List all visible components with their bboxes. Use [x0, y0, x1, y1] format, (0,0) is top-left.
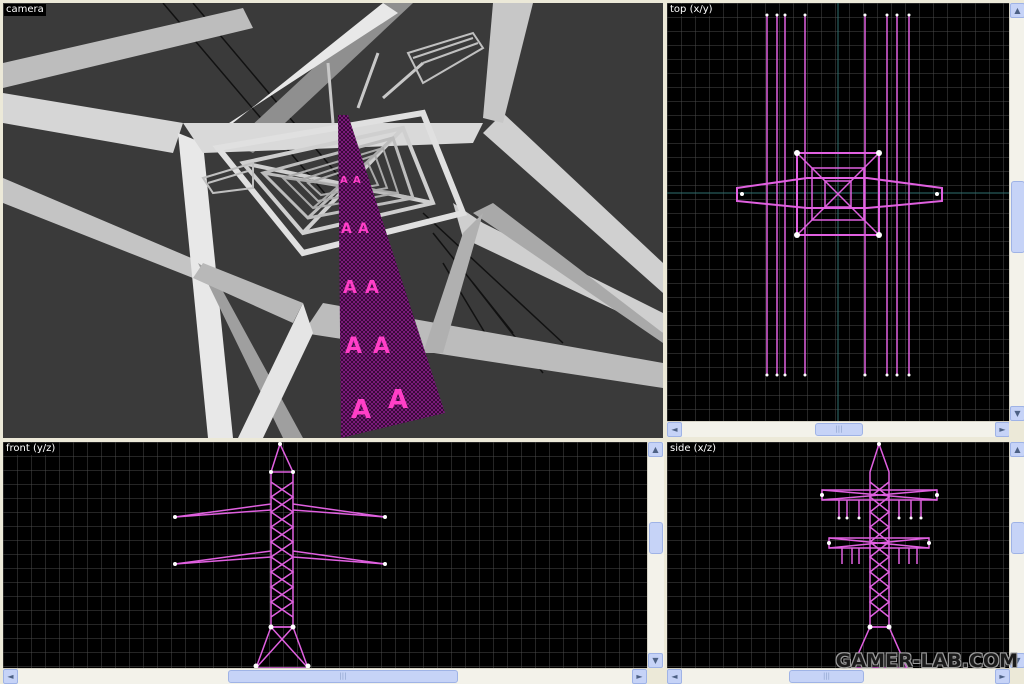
svg-text:A: A	[365, 277, 379, 298]
top-horizontal-scrollbar[interactable]: ◄ ||| ►	[667, 421, 1010, 437]
svg-text:A: A	[358, 221, 369, 237]
front-scroll-down-button[interactable]: ▼	[648, 653, 663, 668]
front-scroll-left-button[interactable]: ◄	[3, 669, 18, 684]
svg-text:A: A	[353, 175, 361, 186]
top-vertical-scroll-thumb[interactable]	[1011, 181, 1024, 253]
side-scroll-up-button[interactable]: ▲	[1010, 442, 1024, 457]
svg-text:A: A	[341, 221, 352, 237]
camera-render: A A A A A A A A A A	[3, 3, 663, 438]
svg-text:A: A	[343, 277, 357, 298]
svg-text:A: A	[351, 395, 371, 425]
top-scroll-up-button[interactable]: ▲	[1010, 3, 1024, 18]
front-vertical-scroll-thumb[interactable]	[649, 522, 663, 554]
front-horizontal-scroll-thumb[interactable]: |||	[228, 670, 458, 683]
front-vertical-scrollbar[interactable]: ▲ ▼	[647, 442, 664, 668]
side-vertical-scrollbar[interactable]: ▲ ▼	[1009, 442, 1024, 668]
front-wireframe	[3, 442, 647, 668]
front-viewport[interactable]: front (y/z)	[3, 442, 647, 668]
svg-text:A: A	[345, 334, 362, 359]
top-scroll-right-button[interactable]: ►	[995, 422, 1010, 437]
top-horizontal-scroll-thumb[interactable]: |||	[815, 423, 863, 436]
top-wireframe	[667, 3, 1010, 421]
front-scroll-right-button[interactable]: ►	[632, 669, 647, 684]
top-vertical-scrollbar[interactable]: ▲ ▼	[1009, 3, 1024, 421]
side-vertical-scroll-thumb[interactable]	[1011, 522, 1024, 554]
top-viewport-label: top (x/y)	[668, 4, 715, 16]
top-scroll-left-button[interactable]: ◄	[667, 422, 682, 437]
top-viewport[interactable]: top (x/y)	[667, 3, 1010, 421]
top-scroll-down-button[interactable]: ▼	[1010, 406, 1024, 421]
watermark-logo: GAMER-LAB.COM	[835, 650, 1018, 672]
side-viewport-label: side (x/z)	[668, 443, 719, 455]
svg-text:A: A	[388, 385, 408, 415]
side-wireframe	[667, 442, 1010, 668]
side-viewport[interactable]: side (x/z)	[667, 442, 1010, 668]
camera-viewport-label: camera	[4, 4, 46, 16]
front-horizontal-scrollbar[interactable]: ◄ ||| ►	[3, 668, 647, 684]
svg-text:A: A	[373, 334, 390, 359]
front-viewport-label: front (y/z)	[4, 443, 58, 455]
side-scroll-left-button[interactable]: ◄	[667, 669, 682, 684]
top-scroll-corner	[1009, 421, 1024, 437]
svg-text:A: A	[340, 175, 348, 186]
front-scroll-up-button[interactable]: ▲	[648, 442, 663, 457]
camera-viewport[interactable]: camera A A A A A A A A A A	[3, 3, 663, 438]
